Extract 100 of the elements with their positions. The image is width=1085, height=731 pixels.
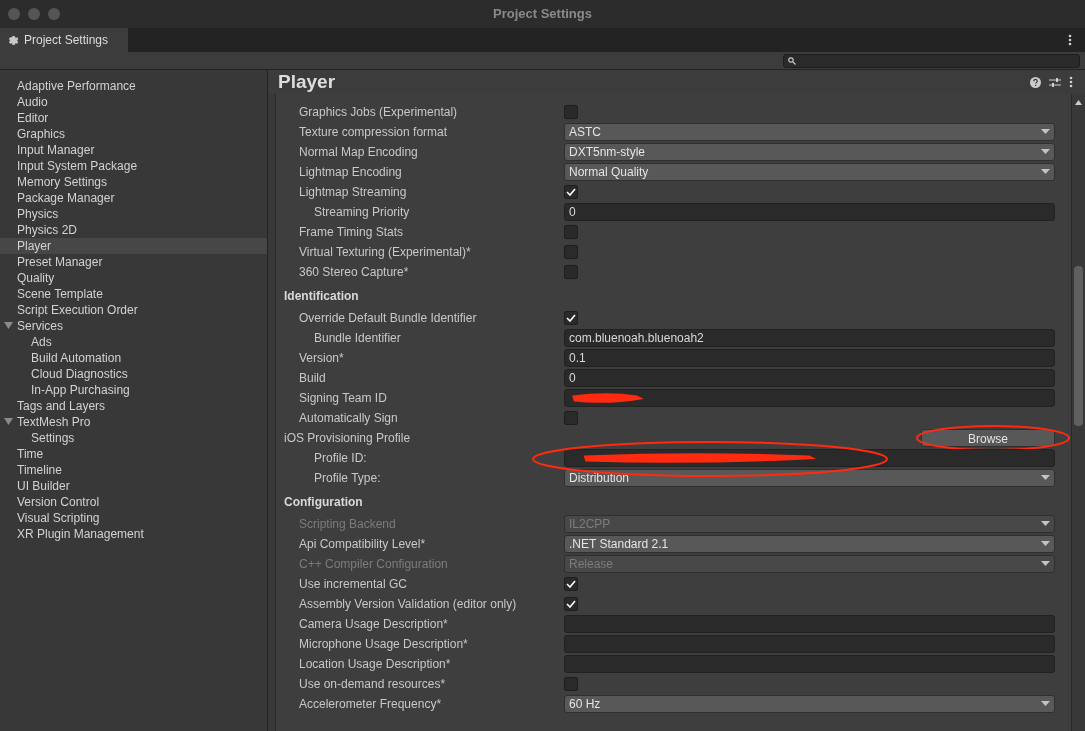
field-label: Override Default Bundle Identifier: [299, 311, 477, 325]
caret-icon: [1041, 701, 1050, 707]
check-icon: [566, 188, 576, 196]
checkbox[interactable]: [564, 225, 578, 239]
sidebar-item[interactable]: Player: [0, 238, 267, 254]
menu-icon[interactable]: [1069, 76, 1073, 88]
sidebar-item[interactable]: Version Control: [0, 494, 267, 510]
input-field[interactable]: [564, 635, 1055, 653]
input-field[interactable]: [564, 615, 1055, 633]
field-label: Api Compatibility Level*: [299, 537, 426, 551]
scroll-up-icon[interactable]: [1075, 100, 1082, 105]
expand-arrow-icon[interactable]: [4, 322, 13, 330]
sidebar-item[interactable]: TextMesh Pro: [0, 414, 267, 430]
checkbox[interactable]: [564, 265, 578, 279]
field-label: Frame Timing Stats: [299, 225, 404, 239]
sidebar-item[interactable]: Cloud Diagnostics: [0, 366, 267, 382]
sidebar-item[interactable]: In-App Purchasing: [0, 382, 267, 398]
field-label: Profile Type:: [314, 471, 381, 485]
input-field[interactable]: 0: [564, 203, 1055, 221]
sidebar-item[interactable]: UI Builder: [0, 478, 267, 494]
input-field[interactable]: [564, 655, 1055, 673]
sidebar-item[interactable]: Adaptive Performance: [0, 78, 267, 94]
panel-title: Player: [278, 69, 336, 94]
sidebar-item[interactable]: Settings: [0, 430, 267, 446]
sidebar-item[interactable]: Memory Settings: [0, 174, 267, 190]
section-header: Identification: [284, 288, 359, 305]
field-label: Streaming Priority: [314, 205, 410, 219]
caret-icon: [1041, 129, 1050, 135]
window-control[interactable]: [28, 8, 40, 20]
sidebar-item[interactable]: Audio: [0, 94, 267, 110]
scrollbar-thumb[interactable]: [1074, 266, 1083, 426]
field-label: Use incremental GC: [299, 577, 408, 591]
sidebar-item[interactable]: Quality: [0, 270, 267, 286]
dropdown[interactable]: DXT5nm-style: [564, 143, 1055, 161]
caret-icon: [1041, 561, 1050, 567]
search-field[interactable]: [783, 53, 1080, 68]
expand-arrow-icon[interactable]: [4, 418, 13, 426]
window-control[interactable]: [48, 8, 60, 20]
sliders-icon[interactable]: [1049, 76, 1061, 88]
input-field[interactable]: 0.1: [564, 349, 1055, 367]
field-label: Signing Team ID: [299, 391, 387, 405]
check-icon: [566, 314, 576, 322]
checkbox[interactable]: [564, 677, 578, 691]
input-field[interactable]: 0: [564, 369, 1055, 387]
checkbox[interactable]: [564, 245, 578, 259]
checkbox[interactable]: [564, 597, 578, 611]
field-label: Camera Usage Description*: [299, 617, 448, 631]
menu-icon[interactable]: [1068, 34, 1072, 46]
input-field[interactable]: com.bluenoah.bluenoah2: [564, 329, 1055, 347]
dropdown[interactable]: .NET Standard 2.1: [564, 535, 1055, 553]
window-control[interactable]: [8, 8, 20, 20]
field-label: Version*: [299, 351, 344, 365]
field-label: C++ Compiler Configuration: [299, 557, 448, 571]
tab[interactable]: Project Settings: [0, 28, 128, 52]
field-label: Location Usage Description*: [299, 657, 451, 671]
sidebar-item[interactable]: Editor: [0, 110, 267, 126]
section-header: Configuration: [284, 494, 363, 511]
field-label: iOS Provisioning Profile: [284, 431, 411, 445]
caret-icon: [1041, 169, 1050, 175]
sidebar-item[interactable]: Input Manager: [0, 142, 267, 158]
sidebar-item[interactable]: Physics: [0, 206, 267, 222]
checkbox[interactable]: [564, 411, 578, 425]
settings-icon: [7, 33, 20, 47]
field-label: Virtual Texturing (Experimental)*: [299, 245, 471, 259]
sidebar-item[interactable]: Visual Scripting: [0, 510, 267, 526]
help-icon[interactable]: [1030, 76, 1041, 88]
sidebar-item[interactable]: Timeline: [0, 462, 267, 478]
browse-button[interactable]: Browse: [921, 429, 1055, 447]
checkbox[interactable]: [564, 311, 578, 325]
sidebar-item[interactable]: Services: [0, 318, 267, 334]
field-label: Automatically Sign: [299, 411, 398, 425]
dropdown[interactable]: Distribution: [564, 469, 1055, 487]
sidebar-item[interactable]: Package Manager: [0, 190, 267, 206]
caret-icon: [1041, 521, 1050, 527]
caret-icon: [1041, 541, 1050, 547]
check-icon: [566, 580, 576, 588]
input-field[interactable]: [564, 389, 1055, 407]
sidebar-item[interactable]: Scene Template: [0, 286, 267, 302]
dropdown[interactable]: ASTC: [564, 123, 1055, 141]
sidebar-item[interactable]: Graphics: [0, 126, 267, 142]
sidebar-item[interactable]: XR Plugin Management: [0, 526, 267, 542]
sidebar-item[interactable]: Physics 2D: [0, 222, 267, 238]
sidebar-item[interactable]: Build Automation: [0, 350, 267, 366]
dropdown[interactable]: 60 Hz: [564, 695, 1055, 713]
field-label: Build: [299, 371, 326, 385]
field-label: Scripting Backend: [299, 517, 396, 531]
sidebar-item[interactable]: Time: [0, 446, 267, 462]
sidebar-item[interactable]: Preset Manager: [0, 254, 267, 270]
sidebar-item[interactable]: Script Execution Order: [0, 302, 267, 318]
checkbox[interactable]: [564, 105, 578, 119]
check-icon: [566, 600, 576, 608]
sidebar-item[interactable]: Input System Package: [0, 158, 267, 174]
sidebar-item[interactable]: Tags and Layers: [0, 398, 267, 414]
field-label: Texture compression format: [299, 125, 448, 139]
checkbox[interactable]: [564, 577, 578, 591]
dropdown[interactable]: Normal Quality: [564, 163, 1055, 181]
sidebar-item[interactable]: Ads: [0, 334, 267, 350]
field-label: Microphone Usage Description*: [299, 637, 468, 651]
checkbox[interactable]: [564, 185, 578, 199]
input-field[interactable]: [564, 449, 1055, 467]
